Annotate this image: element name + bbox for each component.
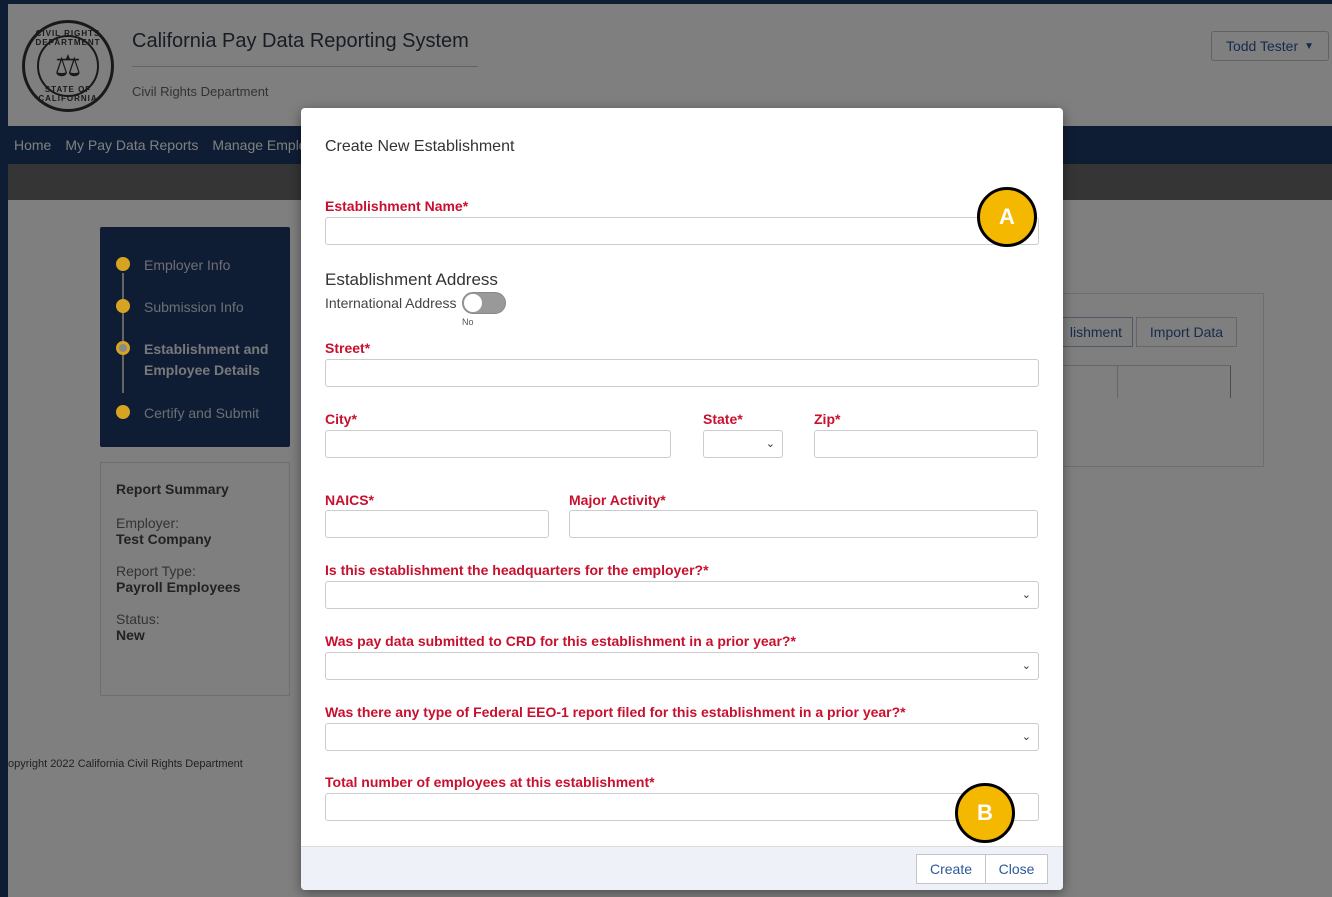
street-label: Street* — [325, 340, 371, 356]
headquarters-select[interactable]: ⌄ — [325, 581, 1039, 609]
chevron-down-icon: ⌄ — [1021, 660, 1031, 672]
international-address-toggle[interactable] — [462, 292, 506, 314]
create-establishment-modal: Create New Establishment Establishment N… — [301, 108, 1063, 890]
annotation-marker-a: A — [977, 187, 1037, 247]
step-current-dot-icon — [116, 341, 130, 355]
city-label: City* — [325, 411, 357, 427]
establishment-name-input[interactable] — [325, 217, 1039, 245]
employees-count-input[interactable] — [325, 793, 1039, 821]
toggle-state-text: No — [462, 317, 474, 327]
naics-label: NAICS* — [325, 492, 375, 508]
prior-year-label: Was pay data submitted to CRD for this e… — [325, 633, 796, 649]
eeo1-label: Was there any type of Federal EEO-1 repo… — [325, 704, 906, 720]
state-label: State* — [703, 411, 743, 427]
modal-title: Create New Establishment — [325, 138, 515, 155]
headquarters-label: Is this establishment the headquarters f… — [325, 562, 709, 578]
employees-count-label: Total number of employees at this establ… — [325, 774, 655, 790]
city-input[interactable] — [325, 430, 671, 458]
close-button[interactable]: Close — [985, 854, 1048, 884]
major-activity-label: Major Activity* — [569, 492, 666, 508]
annotation-marker-b: B — [955, 783, 1015, 843]
zip-input[interactable] — [814, 430, 1038, 458]
step-complete-dot-icon — [116, 299, 130, 313]
eeo1-select[interactable]: ⌄ — [325, 723, 1039, 751]
create-button[interactable]: Create — [916, 854, 986, 884]
establishment-address-heading: Establishment Address — [325, 270, 498, 289]
zip-label: Zip* — [814, 411, 841, 427]
chevron-down-icon: ⌄ — [1021, 731, 1031, 743]
step-dot-icon — [116, 405, 130, 419]
step-complete-dot-icon — [116, 257, 130, 271]
international-address-label: International Address — [325, 295, 457, 311]
chevron-down-icon: ⌄ — [1021, 589, 1031, 601]
major-activity-input[interactable] — [569, 510, 1038, 538]
establishment-name-label: Establishment Name* — [325, 198, 469, 214]
toggle-knob — [464, 294, 482, 312]
chevron-down-icon: ⌄ — [765, 438, 775, 450]
naics-input[interactable] — [325, 510, 549, 538]
prior-year-select[interactable]: ⌄ — [325, 652, 1039, 680]
street-input[interactable] — [325, 359, 1039, 387]
state-select[interactable]: ⌄ — [703, 430, 783, 458]
